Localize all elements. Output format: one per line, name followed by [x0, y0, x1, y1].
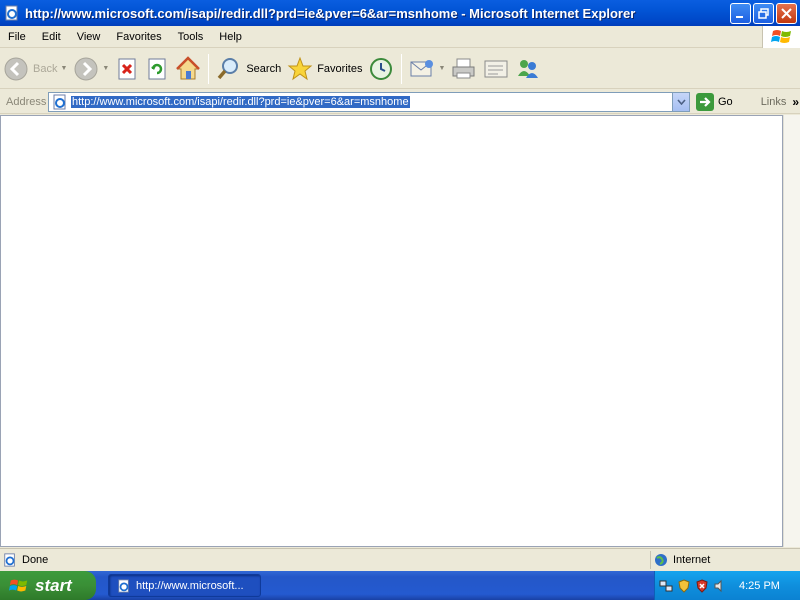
forward-dropdown-icon[interactable]: ▼ — [102, 65, 109, 72]
print-button[interactable] — [448, 52, 480, 86]
edit-page-icon — [484, 60, 508, 77]
back-button[interactable]: Back ▼ — [0, 52, 70, 86]
status-text: Done — [22, 553, 49, 566]
menu-tools[interactable]: Tools — [170, 31, 212, 43]
taskbar: start http://www.microsoft... 4:25 PM — [0, 571, 800, 600]
forward-button[interactable]: ▼ — [70, 52, 112, 86]
start-label: start — [35, 575, 72, 595]
ie-page-icon — [4, 552, 15, 567]
messenger-icon — [518, 59, 539, 78]
chevron-down-icon — [676, 98, 686, 105]
messenger-button[interactable] — [512, 52, 544, 86]
network-icon[interactable] — [659, 579, 673, 593]
history-button[interactable] — [365, 52, 397, 86]
mail-dropdown-icon[interactable]: ▼ — [438, 65, 445, 72]
alert-shield-icon[interactable] — [695, 578, 709, 593]
taskbar-item-label: http://www.microsoft... — [136, 579, 244, 592]
menu-file[interactable]: File — [0, 31, 34, 43]
restore-icon — [758, 7, 769, 19]
mail-button[interactable]: ▼ — [406, 52, 448, 86]
zone-label: Internet — [673, 553, 711, 566]
start-button[interactable]: start — [0, 571, 96, 600]
back-label: Back — [33, 62, 58, 75]
restore-button[interactable] — [753, 2, 774, 24]
back-dropdown-icon[interactable]: ▼ — [60, 65, 67, 72]
toolbar-separator — [401, 53, 403, 84]
address-url-text[interactable]: http://www.microsoft.com/isapi/redir.dll… — [71, 95, 410, 108]
windows-logo-icon — [9, 579, 28, 591]
clock[interactable]: 4:25 PM — [739, 580, 780, 592]
go-button[interactable]: Go — [696, 92, 733, 111]
ie-page-icon — [118, 578, 129, 593]
favorites-star-icon — [287, 56, 313, 80]
taskbar-item-ie[interactable]: http://www.microsoft... — [108, 574, 261, 597]
close-button[interactable] — [776, 2, 797, 24]
minimize-icon — [736, 15, 743, 18]
history-icon — [370, 57, 393, 80]
minimize-button[interactable] — [730, 2, 751, 24]
menu-view[interactable]: View — [69, 31, 109, 43]
security-zone: Internet — [650, 550, 800, 569]
standard-toolbar: Back ▼ ▼ Search Favorites ▼ — [0, 49, 800, 89]
favorites-label: Favorites — [317, 62, 363, 75]
search-icon — [218, 57, 239, 79]
stop-button[interactable] — [112, 52, 142, 86]
globe-icon — [655, 553, 667, 566]
page-content[interactable] — [0, 115, 783, 547]
search-label: Search — [246, 62, 282, 75]
sound-icon[interactable] — [713, 579, 727, 593]
go-label: Go — [718, 95, 733, 108]
home-button[interactable] — [172, 52, 204, 86]
vertical-scrollbar[interactable] — [783, 115, 800, 547]
home-icon — [176, 55, 201, 79]
menu-edit[interactable]: Edit — [34, 31, 69, 43]
address-dropdown-button[interactable] — [672, 92, 689, 111]
back-arrow-icon — [4, 57, 28, 80]
refresh-icon — [148, 58, 166, 79]
address-label: Address — [6, 95, 47, 108]
edit-button[interactable] — [480, 52, 512, 86]
windows-logo-icon — [762, 26, 800, 48]
go-arrow-icon — [696, 92, 714, 111]
links-label[interactable]: Links — [761, 96, 787, 108]
menu-help[interactable]: Help — [211, 31, 250, 43]
menu-bar: File Edit View Favorites Tools Help — [0, 26, 800, 48]
toolbar-separator — [208, 53, 210, 84]
close-icon — [781, 7, 792, 19]
links-chevron-icon[interactable]: » — [792, 95, 799, 109]
ie-page-icon — [5, 5, 18, 21]
system-tray: 4:25 PM — [654, 571, 800, 600]
address-bar: Address http://www.microsoft.com/isapi/r… — [0, 90, 800, 114]
status-bar: Done Internet — [0, 548, 800, 570]
mail-icon — [410, 59, 434, 76]
ie-page-icon — [53, 94, 66, 109]
favorites-button[interactable]: Favorites — [284, 52, 365, 86]
forward-arrow-icon — [74, 57, 98, 80]
printer-icon — [452, 58, 475, 78]
window-title: http://www.microsoft.com/isapi/redir.dll… — [25, 5, 636, 21]
stop-icon — [118, 58, 136, 79]
security-shield-icon[interactable] — [677, 578, 691, 593]
search-button[interactable]: Search — [213, 52, 284, 86]
menu-favorites[interactable]: Favorites — [108, 31, 169, 43]
title-bar[interactable]: http://www.microsoft.com/isapi/redir.dll… — [0, 0, 800, 26]
refresh-button[interactable] — [142, 52, 172, 86]
address-input[interactable]: http://www.microsoft.com/isapi/redir.dll… — [48, 91, 690, 112]
